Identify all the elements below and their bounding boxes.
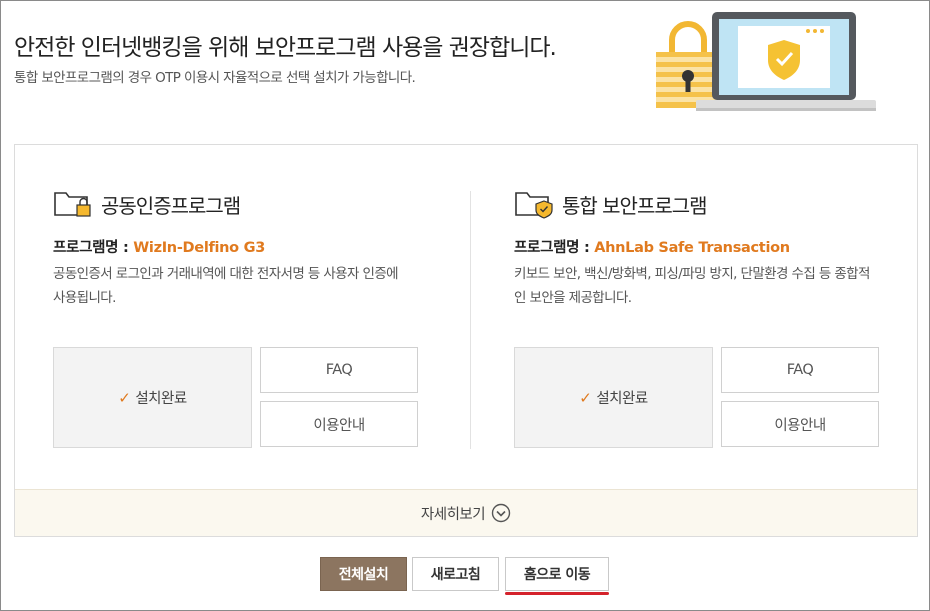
chevron-down-circle-icon — [491, 503, 511, 523]
install-status: ✓ 설치완료 — [514, 347, 713, 448]
program-description: 공동인증서 로그인과 거래내역에 대한 전자서명 등 사용자 인증에 사용됩니다… — [53, 266, 399, 306]
install-status-label: 설치완료 — [596, 391, 648, 407]
checkmark-icon: ✓ — [579, 388, 592, 407]
faq-button[interactable]: FAQ — [721, 347, 879, 393]
section-header: 통합 보안프로그램 — [514, 189, 708, 219]
install-all-button[interactable]: 전체설치 — [320, 557, 407, 591]
usage-guide-button[interactable]: 이용안내 — [721, 401, 879, 447]
section-divider — [470, 191, 471, 449]
program-name-line: 프로그램명 : WizIn-Delfino G3 — [53, 236, 265, 257]
section-title: 공동인증프로그램 — [101, 193, 241, 218]
program-label: 프로그램명 : — [514, 240, 595, 256]
folder-shield-icon — [515, 192, 553, 219]
program-label: 프로그램명 : — [53, 240, 134, 256]
section-header: 공동인증프로그램 — [53, 189, 241, 219]
lock-laptop-illustration — [656, 12, 876, 111]
program-name: WizIn-Delfino G3 — [133, 240, 265, 256]
program-name-line: 프로그램명 : AhnLab Safe Transaction — [514, 236, 790, 257]
refresh-button[interactable]: 새로고침 — [412, 557, 499, 591]
install-status: ✓ 설치완료 — [53, 347, 252, 448]
program-description: 키보드 보안, 백신/방화벽, 피싱/파밍 방지, 단말환경 수집 등 종합적인… — [514, 266, 870, 306]
faq-button[interactable]: FAQ — [260, 347, 418, 393]
page-title: 안전한 인터넷뱅킹을 위해 보안프로그램 사용을 권장합니다. — [14, 35, 557, 61]
install-status-label: 설치완료 — [135, 391, 187, 407]
program-name: AhnLab Safe Transaction — [594, 240, 790, 256]
security-illustration — [652, 10, 880, 114]
program-panel: 공동인증프로그램 프로그램명 : WizIn-Delfino G3 공동인증서 … — [14, 144, 918, 537]
see-more-label: 자세히보기 — [420, 506, 486, 523]
section-title: 통합 보안프로그램 — [562, 193, 708, 218]
usage-guide-button[interactable]: 이용안내 — [260, 401, 418, 447]
go-home-button[interactable]: 홈으로 이동 — [505, 557, 609, 591]
checkmark-icon: ✓ — [118, 388, 131, 407]
focus-underline — [505, 592, 609, 595]
see-more-bar[interactable]: 자세히보기 — [15, 489, 917, 536]
folder-lock-icon — [54, 192, 91, 217]
page-subtitle: 통합 보안프로그램의 경우 OTP 이용시 자율적으로 선택 설치가 가능합니다… — [14, 70, 416, 86]
